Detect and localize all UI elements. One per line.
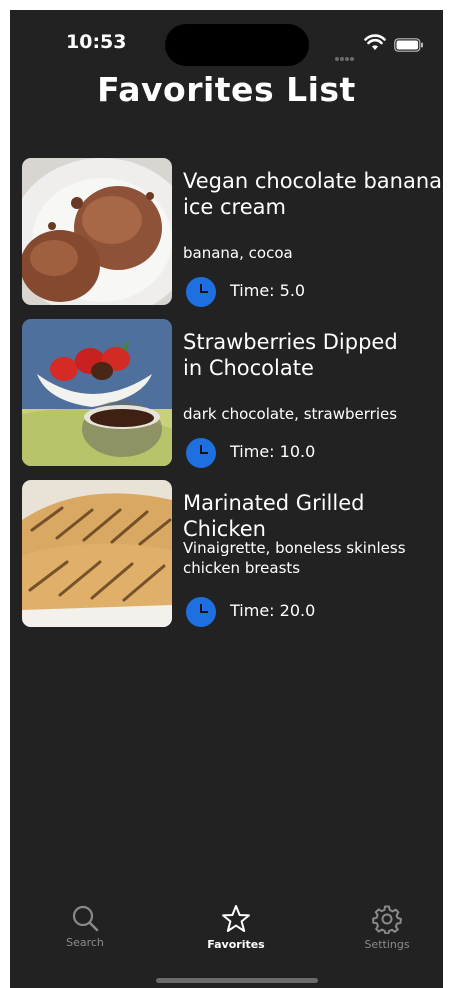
strawberries-chocolate-photo: [22, 319, 172, 466]
wifi-icon: [364, 34, 386, 50]
search-icon: [72, 905, 99, 932]
home-indicator[interactable]: [156, 978, 318, 983]
page-title: Favorites List: [97, 70, 356, 109]
recipe-image: [22, 480, 172, 627]
tab-settings[interactable]: Settings: [332, 890, 442, 951]
tab-favorites[interactable]: Favorites: [181, 890, 291, 951]
battery-icon: [394, 38, 423, 52]
time-label: Time: 10.0: [230, 442, 316, 461]
recipe-image: [22, 158, 172, 305]
dynamic-island: [165, 24, 309, 66]
tab-bar: Search Favorites Settings: [10, 890, 443, 960]
list-item[interactable]: Strawberries Dipped in Chocolate dark ch…: [22, 319, 443, 480]
star-icon: [222, 905, 250, 932]
recipe-image: [22, 319, 172, 466]
clock-icon: [186, 277, 216, 307]
cellular-signal-icon: [335, 46, 359, 61]
recipe-title: Marinated Grilled Chicken: [183, 491, 365, 541]
grilled-chicken-photo: [22, 480, 172, 627]
clock-icon: [186, 438, 216, 468]
favorites-list: Vegan chocolate banana ice cream banana,…: [22, 158, 443, 641]
gear-icon: [372, 905, 402, 934]
recipe-title: Vegan chocolate banana ice cream: [183, 169, 443, 219]
tab-label: Search: [66, 936, 104, 949]
recipe-ingredients: dark chocolate, strawberries: [183, 405, 398, 423]
recipe-title: Strawberries Dipped in Chocolate: [183, 330, 398, 380]
tab-search[interactable]: Search: [30, 890, 140, 949]
list-item[interactable]: Marinated Grilled Chicken Vinaigrette, b…: [22, 480, 443, 641]
tab-label: Settings: [364, 938, 410, 951]
app-screen: 10:53 Favorites List Vegan chocolate ban…: [10, 10, 443, 988]
recipe-ingredients: banana, cocoa: [183, 244, 293, 262]
list-item[interactable]: Vegan chocolate banana ice cream banana,…: [22, 158, 443, 319]
time-label: Time: 20.0: [230, 601, 316, 620]
recipe-ingredients: Vinaigrette, boneless skinless chicken b…: [183, 539, 406, 577]
clock-icon: [186, 597, 216, 627]
status-time: 10:53: [66, 31, 127, 53]
tab-label: Favorites: [207, 938, 265, 951]
time-label: Time: 5.0: [230, 281, 306, 300]
chocolate-ice-cream-photo: [22, 158, 172, 305]
